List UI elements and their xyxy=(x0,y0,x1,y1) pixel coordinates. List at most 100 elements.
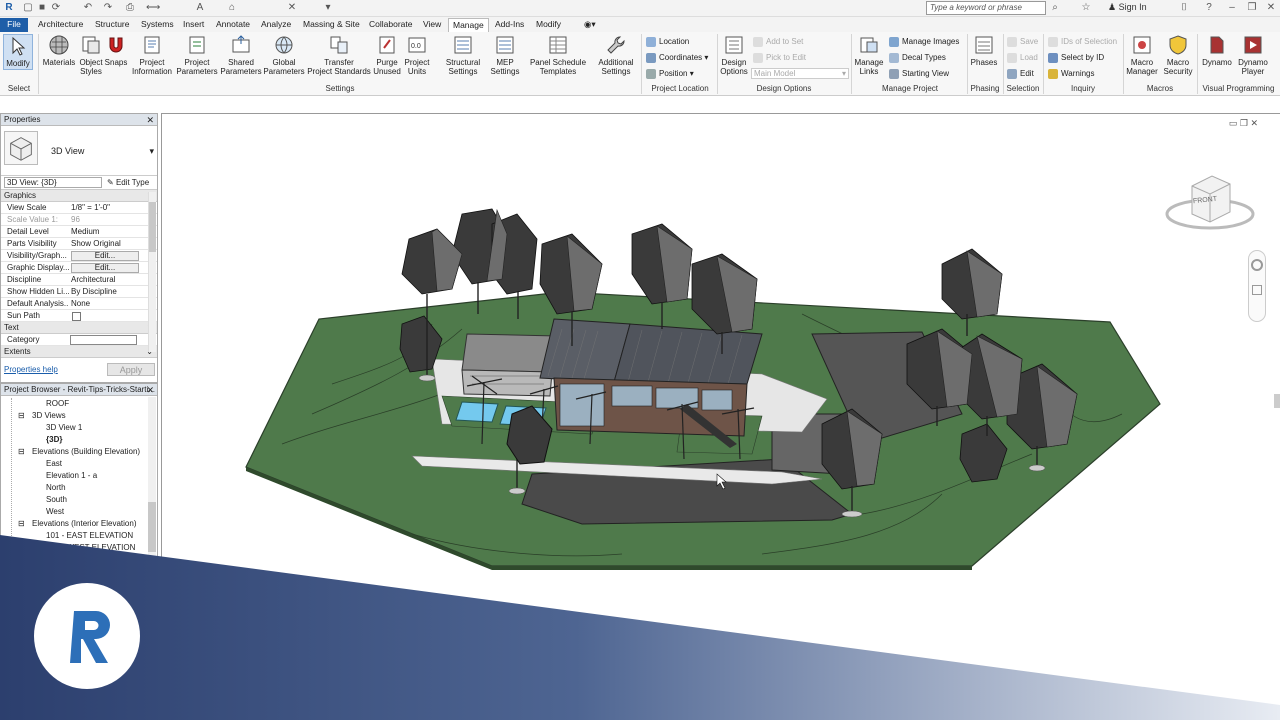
scroll-thumb[interactable] xyxy=(149,202,156,252)
save-icon[interactable]: ■ xyxy=(36,2,48,14)
prop-value[interactable]: Show Original xyxy=(71,238,145,249)
macro-manager-button[interactable]: Macro Manager xyxy=(1125,34,1159,76)
prop-value[interactable]: Architectural xyxy=(71,274,145,285)
phasing-panel-label[interactable]: Phasing xyxy=(967,84,1003,93)
decal-types-button[interactable]: Decal Types xyxy=(889,53,946,63)
additional-settings-button[interactable]: Additional Settings xyxy=(594,34,638,76)
ids-of-selection-button[interactable]: IDs of Selection xyxy=(1048,37,1117,47)
tab-options-icon[interactable]: ◉▾ xyxy=(580,18,600,32)
measure-icon[interactable]: ⟷ xyxy=(146,2,160,14)
tree-item-west[interactable]: West xyxy=(46,506,64,517)
zoom-icon[interactable] xyxy=(1252,285,1262,295)
properties-scrollbar[interactable] xyxy=(148,192,156,352)
prop-value[interactable]: 1/8" = 1'-0" xyxy=(71,202,145,213)
print-icon[interactable]: ⎙ xyxy=(124,2,136,14)
view-cube[interactable]: FRONT xyxy=(1164,170,1256,234)
save-selection-button[interactable]: Save xyxy=(1007,37,1038,47)
tab-file[interactable]: File xyxy=(0,18,28,32)
category-input[interactable] xyxy=(70,335,137,345)
tab-manage[interactable]: Manage xyxy=(448,18,489,32)
position-button[interactable]: Position ▾ xyxy=(646,69,694,79)
tree-item-east[interactable]: East xyxy=(46,458,62,469)
warnings-button[interactable]: Warnings xyxy=(1048,69,1095,79)
minimize-icon[interactable]: – xyxy=(1226,2,1238,14)
tab-systems[interactable]: Systems xyxy=(137,18,178,32)
type-selector[interactable]: 3D View ▾ xyxy=(1,126,157,176)
design-options-button[interactable]: Design Options xyxy=(719,34,749,76)
tree-item-3d-active[interactable]: {3D} xyxy=(46,434,62,445)
phases-button[interactable]: Phases xyxy=(969,34,999,67)
close-icon[interactable]: ✕ xyxy=(146,114,154,126)
prop-value[interactable]: Medium xyxy=(71,226,145,237)
tab-annotate[interactable]: Annotate xyxy=(212,18,254,32)
3d-view-icon[interactable]: ⌂ xyxy=(226,2,238,14)
tab-analyze[interactable]: Analyze xyxy=(257,18,295,32)
undo-icon[interactable]: ↶ xyxy=(82,2,94,14)
coordinates-button[interactable]: Coordinates ▾ xyxy=(646,53,708,63)
dynamo-player-button[interactable]: Dynamo Player xyxy=(1236,34,1270,76)
snaps-button[interactable]: Snaps xyxy=(103,34,129,67)
structural-settings-button[interactable]: Structural Settings xyxy=(442,34,484,76)
tab-collaborate[interactable]: Collaborate xyxy=(365,18,416,32)
inquiry-panel-label[interactable]: Inquiry xyxy=(1043,84,1123,93)
star-icon[interactable]: ☆ xyxy=(1080,2,1092,14)
select-by-id-button[interactable]: Select by ID xyxy=(1048,53,1104,63)
open-icon[interactable]: ▢ xyxy=(22,2,34,14)
apply-button[interactable]: Apply xyxy=(107,363,155,376)
project-units-button[interactable]: 0.0 Project Units xyxy=(402,34,432,76)
tab-modify[interactable]: Modify xyxy=(532,18,565,32)
selection-panel-label[interactable]: Selection xyxy=(1003,84,1043,93)
location-button[interactable]: Location xyxy=(646,37,689,47)
macro-security-button[interactable]: Macro Security xyxy=(1160,34,1196,76)
tree-item-elevations-building[interactable]: Elevations (Building Elevation) xyxy=(32,446,140,457)
select-panel-label[interactable]: Select xyxy=(4,84,34,93)
manage-links-button[interactable]: Manage Links xyxy=(853,34,885,76)
shared-parameters-button[interactable]: Shared Parameters xyxy=(218,34,264,76)
manage-images-button[interactable]: Manage Images xyxy=(889,37,959,47)
transfer-project-standards-button[interactable]: Transfer Project Standards xyxy=(305,34,373,76)
pick-to-edit-button[interactable]: Pick to Edit xyxy=(753,53,806,63)
group-graphics[interactable]: Graphics⌃ xyxy=(1,190,157,202)
tab-view[interactable]: View xyxy=(419,18,445,32)
tree-item-north[interactable]: North xyxy=(46,482,66,493)
edit-type-button[interactable]: ✎ Edit Type xyxy=(107,176,149,189)
steering-wheel-icon[interactable] xyxy=(1251,259,1263,271)
close-icon[interactable]: ✕ xyxy=(146,384,154,396)
tab-architecture[interactable]: Architecture xyxy=(34,18,87,32)
cart-icon[interactable]: ⌷ xyxy=(1178,2,1190,14)
tree-toggle-icon[interactable]: ⊟ xyxy=(18,446,25,457)
help-icon[interactable]: ? xyxy=(1203,2,1215,14)
add-to-set-button[interactable]: Add to Set xyxy=(753,37,803,47)
starting-view-button[interactable]: Starting View xyxy=(889,69,949,79)
close-icon[interactable]: ✕ xyxy=(1265,2,1277,14)
tab-add-ins[interactable]: Add-Ins xyxy=(491,18,528,32)
prop-value[interactable]: By Discipline xyxy=(71,286,145,297)
project-information-button[interactable]: Project Information xyxy=(128,34,176,76)
settings-panel-label[interactable]: Settings xyxy=(40,84,640,93)
edit-selection-button[interactable]: Edit xyxy=(1007,69,1034,79)
text-icon[interactable]: A xyxy=(194,2,206,14)
visual-programming-panel-label[interactable]: Visual Programming xyxy=(1197,84,1280,93)
navigation-bar[interactable] xyxy=(1248,250,1266,322)
panel-schedule-templates-button[interactable]: Panel Schedule Templates xyxy=(526,34,590,76)
prop-value[interactable]: None xyxy=(71,298,145,309)
tree-toggle-icon[interactable]: ⊟ xyxy=(18,410,25,421)
close-hidden-icon[interactable]: ✕ xyxy=(286,2,298,14)
tree-toggle-icon[interactable]: ⊟ xyxy=(18,518,25,529)
global-parameters-button[interactable]: Global Parameters xyxy=(262,34,306,76)
sync-icon[interactable]: ⟳ xyxy=(50,2,62,14)
tree-item-3d-views[interactable]: 3D Views xyxy=(32,410,66,421)
properties-help-link[interactable]: Properties help xyxy=(4,365,58,374)
mep-settings-button[interactable]: MEP Settings xyxy=(486,34,524,76)
main-model-select[interactable]: Main Model ▾ xyxy=(751,68,849,79)
tree-item-elevations-interior[interactable]: Elevations (Interior Elevation) xyxy=(32,518,137,529)
sign-in-link[interactable]: ♟ Sign In xyxy=(1108,2,1147,13)
binoculars-icon[interactable]: ⌕ xyxy=(1049,2,1061,14)
redo-icon[interactable]: ↷ xyxy=(102,2,114,14)
maximize-icon[interactable]: ❐ xyxy=(1246,2,1258,14)
tree-item-roof[interactable]: ROOF xyxy=(46,398,69,409)
tree-item-elevation-1a[interactable]: Elevation 1 - a xyxy=(46,470,97,481)
modify-button[interactable]: Modify xyxy=(3,34,33,70)
sun-path-checkbox[interactable] xyxy=(72,312,81,321)
edit-vg-button[interactable]: Edit... xyxy=(71,251,139,261)
